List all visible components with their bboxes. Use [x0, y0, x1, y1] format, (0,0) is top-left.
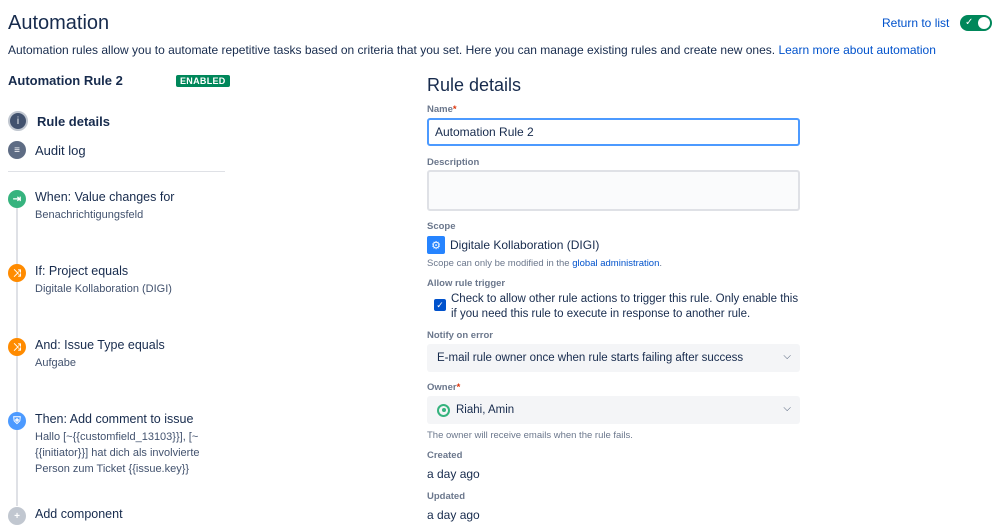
rule-enabled-toggle[interactable]: ✓	[960, 15, 992, 31]
created-label: Created	[427, 450, 463, 461]
component-subtitle: Aufgabe	[35, 357, 76, 369]
owner-value: Riahi, Amin	[456, 404, 515, 416]
trigger-icon: ⇥	[8, 190, 26, 208]
check-icon: ✓	[965, 17, 974, 28]
name-label: Name*	[427, 104, 457, 115]
rule-name: Automation Rule 2	[8, 73, 123, 88]
component-title: And: Issue Type equals	[35, 338, 165, 352]
scope-text: Digitale Kollaboration (DIGI)	[450, 238, 600, 252]
toggle-knob	[978, 17, 990, 29]
component-subtitle: Hallo [~{{customfield_13103}}], [~{{init…	[35, 431, 200, 475]
sidebar-divider	[8, 171, 225, 172]
scope-help-suffix: .	[659, 258, 663, 269]
audit-log-icon: ≡	[8, 141, 26, 159]
updated-value: a day ago	[427, 508, 480, 522]
rule-details-heading: Rule details	[427, 75, 522, 95]
component-title: When: Value changes for	[35, 190, 175, 204]
status-badge: ENABLED	[176, 75, 230, 87]
return-to-list-link[interactable]: Return to list	[882, 16, 949, 30]
notify-label: Notify on error	[427, 330, 493, 341]
condition-icon: ⤨	[8, 338, 26, 356]
allow-trigger-label: Allow rule trigger	[427, 278, 506, 289]
owner-select[interactable]: Riahi, Amin ⌵	[427, 396, 800, 424]
nav-label: Rule details	[37, 113, 110, 129]
created-value: a day ago	[427, 467, 480, 481]
scope-help-prefix: Scope can only be modified in the	[427, 258, 570, 269]
notify-value: E-mail rule owner once when rule starts …	[437, 352, 744, 364]
check-icon: ✓	[436, 299, 444, 310]
chevron-down-icon: ⌵	[783, 351, 791, 362]
owner-help: The owner will receive emails when the r…	[427, 430, 633, 441]
action-icon: ⛨	[8, 412, 26, 430]
scope-value: ⚙ Digitale Kollaboration (DIGI)	[427, 236, 599, 254]
component-subtitle: Digitale Kollaboration (DIGI)	[35, 283, 172, 295]
scope-help: Scope can only be modified in the global…	[427, 258, 662, 269]
condition-icon: ⤨	[8, 264, 26, 282]
description-text: Automation rules allow you to automate r…	[8, 43, 776, 57]
avatar	[437, 403, 450, 417]
name-input[interactable]	[427, 118, 800, 146]
owner-label: Owner*	[427, 382, 460, 393]
owner-label-text: Owner	[427, 382, 457, 393]
page-description: Automation rules allow you to automate r…	[8, 43, 936, 57]
allow-trigger-checkbox[interactable]: ✓	[434, 299, 446, 311]
global-administration-link[interactable]: global administration	[572, 258, 659, 269]
project-icon: ⚙	[427, 236, 445, 254]
nav-label: Audit log	[35, 142, 86, 158]
description-textarea[interactable]	[427, 170, 800, 211]
timeline-line	[16, 206, 18, 506]
nav-audit-log[interactable]: ≡ Audit log	[8, 140, 86, 160]
plus-icon: +	[8, 507, 26, 525]
notify-select[interactable]: E-mail rule owner once when rule starts …	[427, 344, 800, 372]
required-marker: *	[456, 382, 461, 393]
add-component-label: Add component	[35, 507, 123, 521]
page-title: Automation	[8, 12, 110, 34]
component-subtitle: Benachrichtigungsfeld	[35, 209, 144, 221]
description-label: Description	[427, 157, 480, 168]
updated-label: Updated	[427, 491, 465, 502]
component-title: If: Project equals	[35, 264, 129, 278]
chevron-down-icon: ⌵	[783, 403, 791, 414]
nav-rule-details[interactable]: i Rule details	[8, 111, 110, 131]
allow-trigger-text: Check to allow other rule actions to tri…	[451, 293, 799, 320]
component-title: Then: Add comment to issue	[35, 412, 194, 426]
learn-more-link[interactable]: Learn more about automation	[778, 43, 935, 57]
name-label-text: Name	[427, 104, 453, 115]
info-icon: i	[8, 111, 28, 131]
scope-label: Scope	[427, 221, 456, 232]
required-marker: *	[452, 104, 457, 115]
